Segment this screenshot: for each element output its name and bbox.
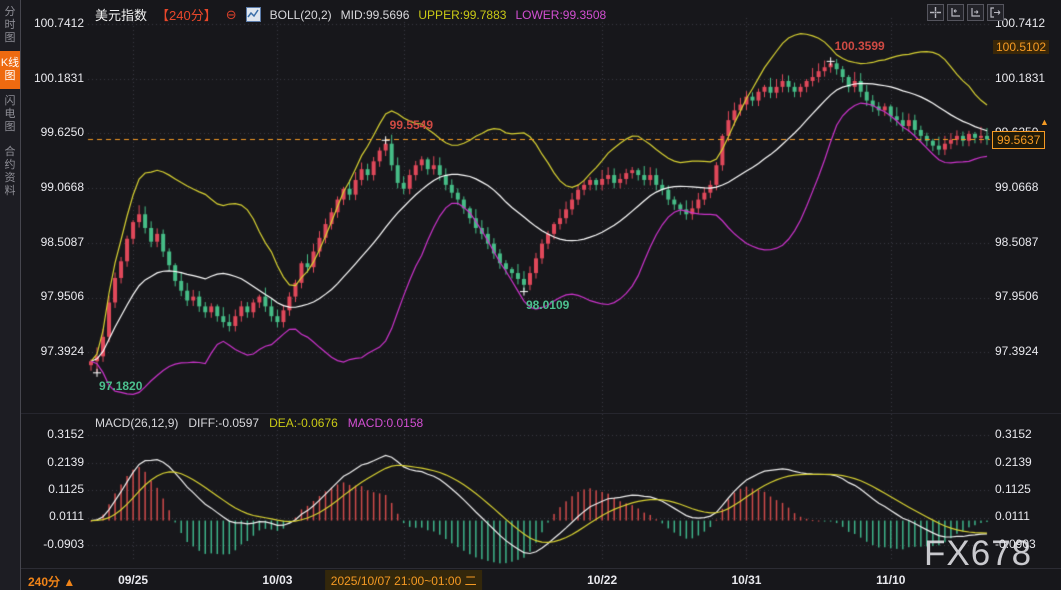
scale-left-icon[interactable] xyxy=(947,4,964,21)
macd-axis-label: 0.2139 xyxy=(20,455,84,469)
boll-label: BOLL(20,2) xyxy=(270,8,332,22)
sidebar-tab-kline[interactable]: K线图 xyxy=(0,51,20,89)
low-annotation: 97.1820 xyxy=(99,379,142,393)
macd-axis-label: 0.3152 xyxy=(20,427,84,441)
low-annotation: 98.0109 xyxy=(526,298,569,312)
price-axis-label: 99.0668 xyxy=(995,180,1038,194)
macd-axis-label: 0.1125 xyxy=(995,482,1031,496)
sidebar: 分时图 K线图 闪电图 合约资料 xyxy=(0,0,21,590)
chart-canvas[interactable] xyxy=(0,0,1061,590)
price-axis-label: 97.3924 xyxy=(995,344,1038,358)
price-axis-label: 99.6250 xyxy=(20,125,84,139)
remove-indicator-icon[interactable]: ⊖ xyxy=(226,9,237,21)
price-axis-label: 100.1831 xyxy=(995,71,1045,85)
macd-axis-label: -0.0903 xyxy=(20,537,84,551)
price-axis-label: 97.9506 xyxy=(995,289,1038,303)
boll-lower-value: LOWER:99.3508 xyxy=(515,8,606,22)
price-axis-label: 100.1831 xyxy=(20,71,84,85)
symbol-name: 美元指数 xyxy=(95,5,147,24)
indicator-chart-icon[interactable] xyxy=(246,7,261,22)
price-axis-label: 99.0668 xyxy=(20,180,84,194)
date-tick: 10/22 xyxy=(587,573,617,587)
date-tick: 09/25 xyxy=(118,573,148,587)
sidebar-tab-contract-info[interactable]: 合约资料 xyxy=(0,140,20,204)
session-high-marker: 100.5102 xyxy=(993,40,1049,54)
kline-chart-window: 分时图 K线图 闪电图 合约资料 美元指数 【240分】 ⊖ BOLL(20,2… xyxy=(0,0,1061,590)
scale-right-icon[interactable] xyxy=(967,4,984,21)
high-annotation: 99.5549 xyxy=(390,118,433,132)
macd-dea-value: DEA:-0.0676 xyxy=(269,416,338,430)
boll-upper-value: UPPER:99.7883 xyxy=(418,8,506,22)
period-selector[interactable]: 240分 ▲ xyxy=(28,573,75,590)
date-tick: 10/31 xyxy=(731,573,761,587)
macd-hist-value: MACD:0.0158 xyxy=(348,416,423,430)
macd-axis-label: 0.2139 xyxy=(995,455,1032,469)
chart-header: 美元指数 【240分】 ⊖ BOLL(20,2) MID:99.5696 UPP… xyxy=(95,5,606,24)
exit-chart-icon[interactable] xyxy=(987,4,1004,21)
macd-axis-label: 0.0111 xyxy=(995,509,1030,523)
macd-header: MACD(26,12,9) DIFF:-0.0597 DEA:-0.0676 M… xyxy=(95,416,423,430)
macd-axis-label: -0.0903 xyxy=(995,537,1036,551)
date-tick: 10/03 xyxy=(262,573,292,587)
date-tick: 11/10 xyxy=(876,573,905,587)
latest-price-arrow-icon[interactable]: ▲ xyxy=(1040,117,1049,127)
price-axis-label: 98.5087 xyxy=(995,235,1038,249)
current-price-badge: 99.5637 xyxy=(992,131,1045,149)
macd-axis-label: 0.0111 xyxy=(20,509,84,523)
sidebar-tab-lightning[interactable]: 闪电图 xyxy=(0,89,20,140)
price-axis-label: 97.3924 xyxy=(20,344,84,358)
crosshair-icon[interactable] xyxy=(927,4,944,21)
macd-axis-label: 0.1125 xyxy=(20,482,84,496)
price-axis-label: 97.9506 xyxy=(20,289,84,303)
price-axis-label: 98.5087 xyxy=(20,235,84,249)
macd-diff-value: DIFF:-0.0597 xyxy=(188,416,259,430)
sidebar-tab-timeline[interactable]: 分时图 xyxy=(0,0,20,51)
macd-title: MACD(26,12,9) xyxy=(95,416,178,430)
high-annotation: 100.3599 xyxy=(835,39,885,53)
crosshair-date-badge: 2025/10/07 21:00~01:00 二 xyxy=(325,570,483,590)
boll-mid-value: MID:99.5696 xyxy=(341,8,410,22)
chart-toolbar xyxy=(927,4,1004,21)
macd-axis-label: 0.3152 xyxy=(995,427,1032,441)
time-axis-bar: 240分 ▲ 09/25 10/03 10/22 10/31 11/10 202… xyxy=(20,568,1061,590)
period-label[interactable]: 【240分】 xyxy=(156,5,217,24)
price-axis-label: 100.7412 xyxy=(20,16,84,30)
pane-divider xyxy=(20,413,1061,414)
